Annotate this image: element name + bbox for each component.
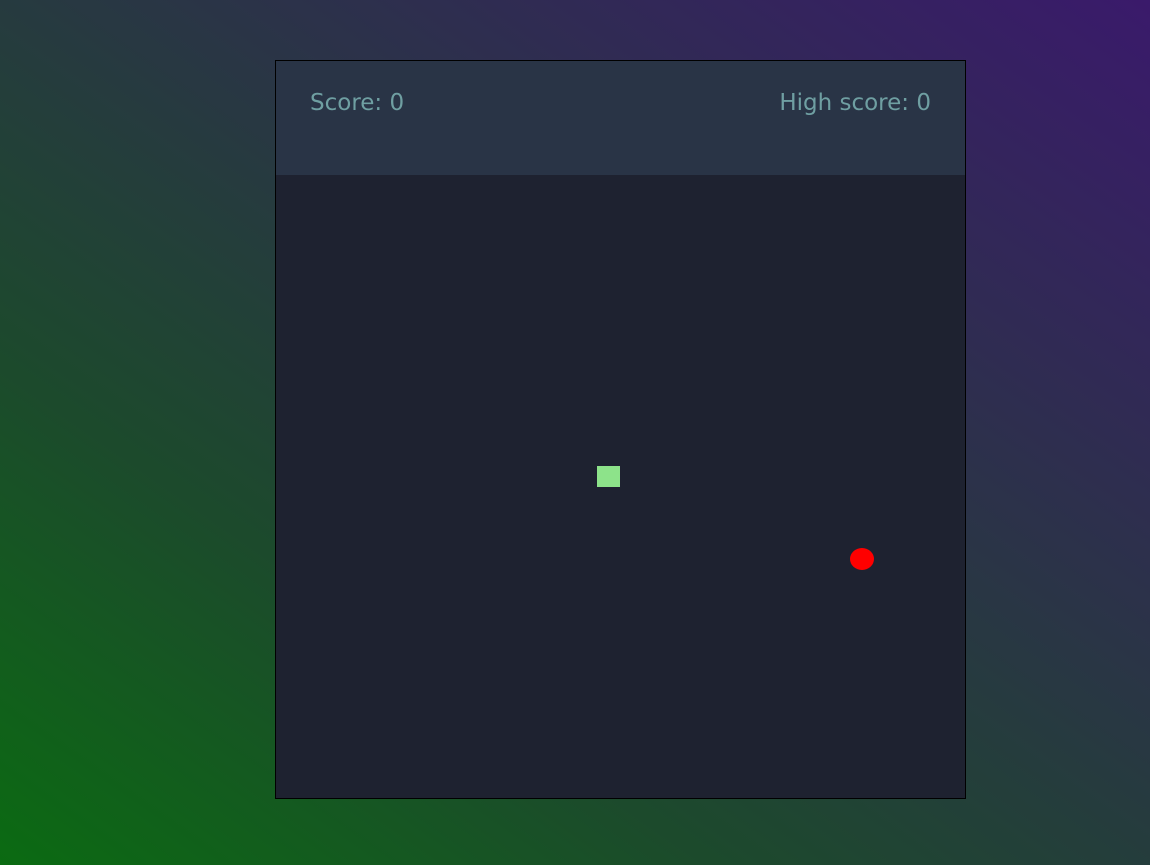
high-score-label: High score: [779,90,910,116]
high-score-display: High score: 0 [779,89,931,117]
game-frame: Score: 0 High score: 0 [275,60,966,799]
game-board[interactable] [276,175,965,798]
snake-head [597,466,620,487]
score-display: Score: 0 [310,89,404,117]
score-label: Score: [310,90,383,116]
scoreboard: Score: 0 High score: 0 [276,61,965,175]
high-score-value: 0 [916,90,931,116]
food-apple [850,548,874,570]
score-value: 0 [389,90,405,116]
